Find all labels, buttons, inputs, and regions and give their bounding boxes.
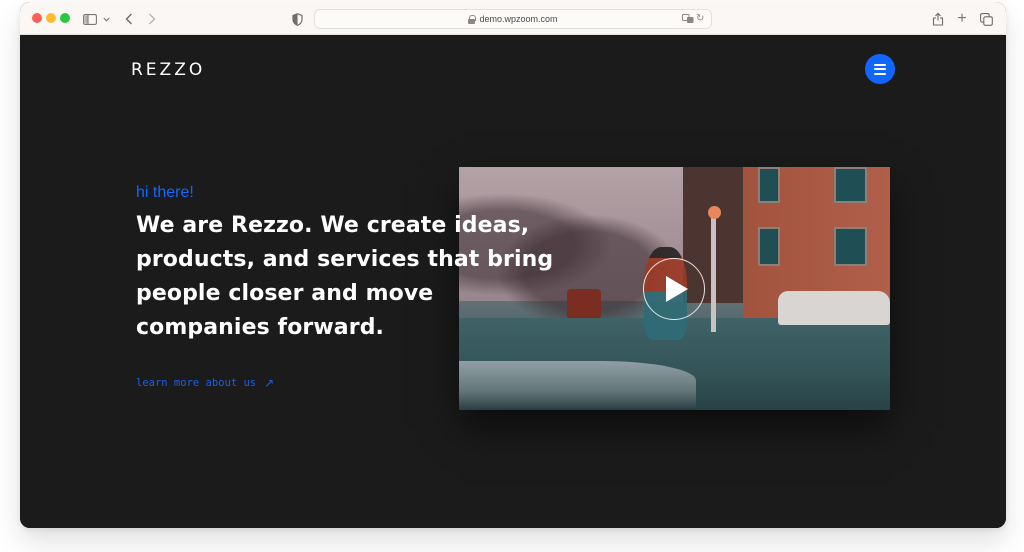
video-window: [758, 227, 781, 267]
privacy-shield-icon[interactable]: [290, 10, 304, 28]
sidebar-toggle-icon[interactable]: [83, 10, 97, 28]
zoom-window-button[interactable]: [60, 13, 70, 23]
back-icon[interactable]: [122, 10, 136, 28]
video-window: [834, 227, 867, 267]
video-window: [758, 167, 781, 204]
hamburger-menu-icon: [874, 63, 886, 66]
video-lamp-post: [711, 210, 717, 333]
tabs-overview-icon[interactable]: [979, 10, 993, 28]
video-white-car: [777, 290, 890, 325]
hamburger-line: [874, 68, 886, 70]
site-logo[interactable]: REZZO: [131, 60, 205, 80]
play-icon: [666, 276, 688, 302]
learn-more-link[interactable]: learn more about us ↗: [136, 376, 274, 390]
play-button[interactable]: [643, 258, 705, 320]
hero-greeting: hi there!: [136, 184, 194, 201]
forward-icon[interactable]: [145, 10, 159, 28]
learn-more-label: learn more about us: [136, 377, 257, 389]
arrow-up-right-icon: ↗: [264, 376, 275, 390]
lock-icon: [468, 15, 477, 24]
address-bar[interactable]: demo.wpzoom.com ↻: [314, 9, 712, 29]
chevron-down-icon[interactable]: [101, 10, 111, 28]
reload-icon[interactable]: ↻: [696, 13, 706, 25]
hero-headline: We are Rezzo. We create ideas, products,…: [136, 213, 554, 340]
video-window: [834, 167, 867, 204]
video-red-car: [566, 288, 602, 318]
url-text[interactable]: demo.wpzoom.com: [479, 14, 557, 24]
share-icon[interactable]: [931, 10, 945, 28]
browser-window: demo.wpzoom.com ↻ + REZZO hi there! We a…: [20, 2, 1006, 528]
hamburger-menu-button[interactable]: [865, 54, 895, 84]
minimize-window-button[interactable]: [46, 13, 56, 23]
web-page: REZZO hi there! We are Rezzo. We create …: [20, 35, 1006, 528]
hamburger-line: [874, 72, 886, 75]
browser-toolbar: demo.wpzoom.com ↻ +: [20, 2, 1006, 35]
translate-icon[interactable]: [682, 14, 694, 24]
close-window-button[interactable]: [32, 13, 42, 23]
new-tab-icon[interactable]: +: [955, 10, 969, 28]
video-puddle: [459, 361, 697, 410]
